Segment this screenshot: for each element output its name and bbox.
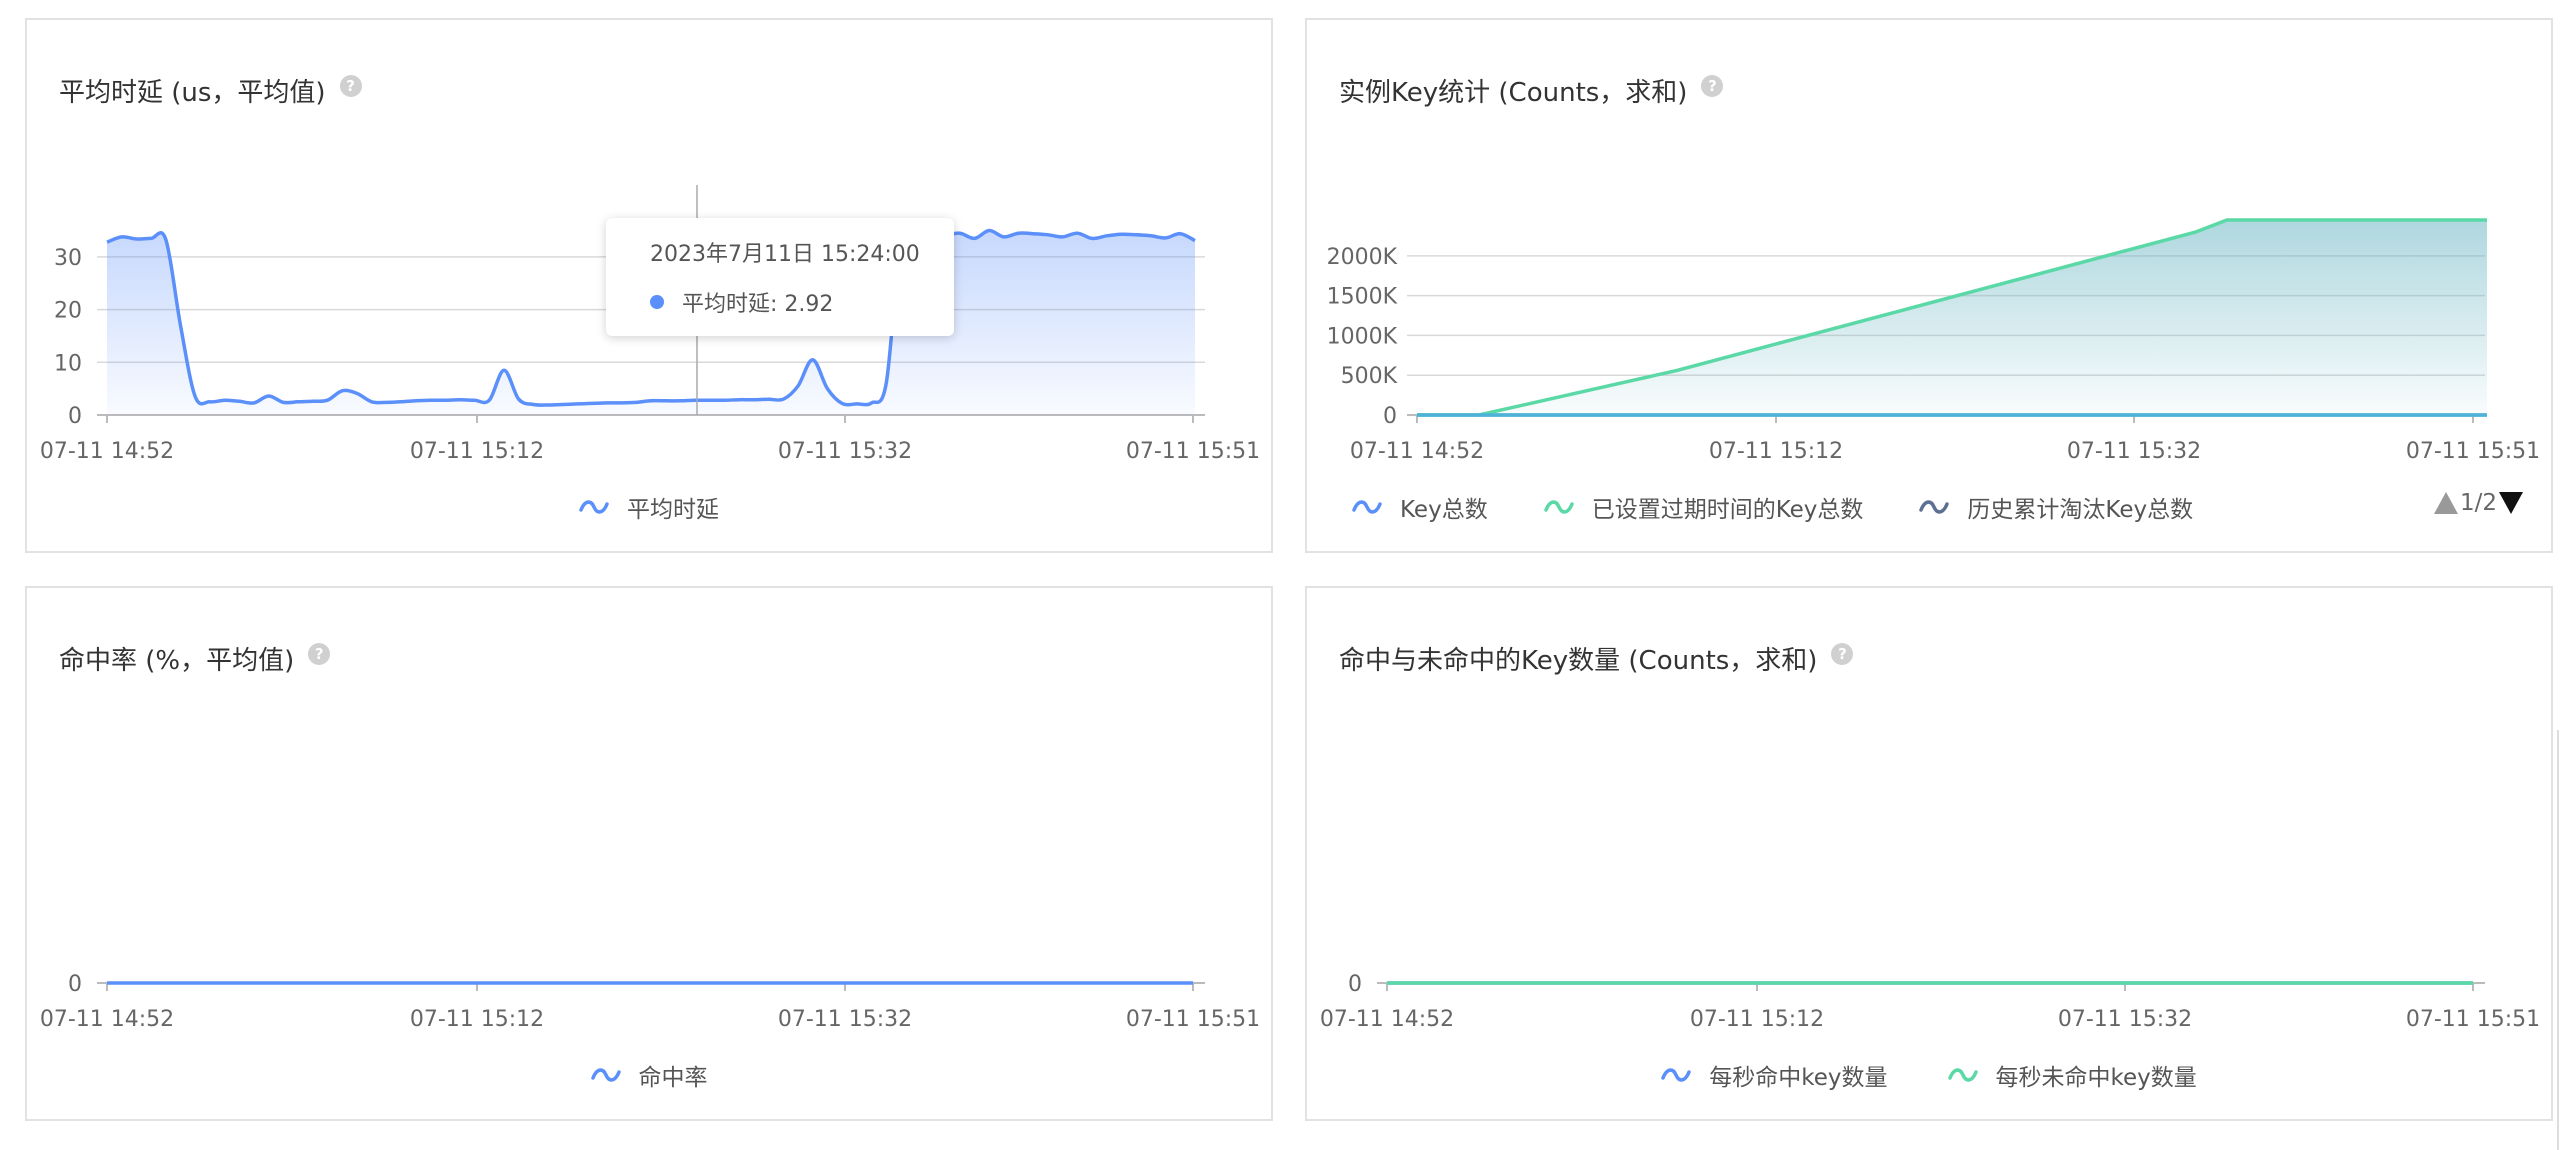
hit-miss-chart[interactable]: 0 07-11 14:52 07-11 15:12 07-11 15:32 07-11 … [1307,588,2555,1123]
tooltip-time: 2023年7月11日 15:24:00 [650,242,920,267]
tooltip-value: 平均时延: 2.92 [682,292,834,317]
legend-item[interactable]: 每秒未命中key数量 [1947,1058,2197,1092]
wave-icon [1352,500,1382,514]
x-tick-label: 07-11 14:52 [40,1007,174,1032]
series-area [1417,220,2487,415]
legend: 平均时延 [27,490,1271,524]
y-tick-label: 2000K [1327,245,1398,270]
x-tick-label: 07-11 14:52 [1320,1007,1454,1032]
legend-item[interactable]: 平均时延 [579,490,719,524]
y-tick-label: 30 [54,246,82,271]
legend-item[interactable]: 已设置过期时间的Key总数 [1543,490,1864,524]
legend-label: 平均时延 [627,497,719,523]
x-tick-label: 07-11 14:52 [1350,439,1484,464]
legend-item[interactable]: Key总数 [1352,490,1488,524]
legend-pager: 1/2 [2433,490,2523,516]
wave-icon [1543,500,1574,514]
y-tick-label: 0 [1383,404,1397,429]
x-tick-label: 07-11 15:51 [1126,1007,1260,1032]
pager-text: 1/2 [2459,490,2497,516]
legend-label: 已设置过期时间的Key总数 [1591,497,1864,523]
key-stats-chart[interactable]: 0 500K 1000K 1500K 2000K 07-11 14:52 07-11 15:… [1307,20,2555,555]
x-tick-label: 07-11 15:12 [410,439,544,464]
x-tick-label: 07-11 15:51 [2406,439,2540,464]
x-tick-label: 07-11 15:51 [2406,1007,2540,1032]
legend-label: 每秒命中key数量 [1709,1065,1888,1091]
legend-item[interactable]: 历史累计淘汰Key总数 [1919,490,2193,524]
y-tick-label: 0 [68,404,82,429]
x-tick-label: 07-11 15:32 [2067,439,2201,464]
hit-rate-panel: 命中率 (%，平均值)? 0 07-11 14:52 07-11 15:12 07-1… [25,586,1273,1121]
wave-icon [590,1068,621,1082]
chart-tooltip: 2023年7月11日 15:24:00 平均时延: 2.92 [606,218,954,336]
y-tick-label: 0 [68,972,82,997]
x-tick-label: 07-11 15:12 [1709,439,1843,464]
y-tick-label: 1500K [1327,285,1398,310]
y-tick-label: 0 [1348,972,1362,997]
key-stats-panel: 实例Key统计 (Counts，求和)? 0 500K 1000K 1500K 2000… [1305,18,2553,553]
legend-item[interactable]: 命中率 [590,1058,708,1092]
page-down-icon[interactable] [2499,492,2523,514]
legend-label: 历史累计淘汰Key总数 [1967,497,2194,523]
wave-icon [1661,1068,1691,1082]
x-tick-label: 07-11 15:51 [1126,439,1260,464]
legend: 命中率 [27,1058,1271,1092]
scrollbar-track[interactable] [2557,730,2559,1150]
x-tick-label: 07-11 15:12 [410,1007,544,1032]
page-up-icon[interactable] [2433,492,2458,514]
x-tick-label: 07-11 15:32 [778,1007,912,1032]
series-dot-icon [650,295,664,309]
y-tick-label: 10 [54,351,82,376]
legend-item[interactable]: 每秒命中key数量 [1661,1058,1888,1092]
legend-label: Key总数 [1400,497,1488,523]
y-tick-label: 500K [1341,364,1398,389]
y-tick-label: 20 [54,299,82,324]
x-tick-label: 07-11 15:32 [778,439,912,464]
wave-icon [579,500,609,514]
legend-label: 每秒未命中key数量 [1995,1065,2197,1091]
legend-label: 命中率 [638,1065,708,1091]
hit-rate-chart[interactable]: 0 07-11 14:52 07-11 15:12 07-11 15:32 07-11 … [27,588,1275,1123]
y-tick-label: 1000K [1327,324,1398,349]
x-tick-label: 07-11 14:52 [40,439,174,464]
wave-icon [1947,1068,1978,1082]
wave-icon [1919,500,1950,514]
x-tick-label: 07-11 15:32 [2058,1007,2192,1032]
legend: 每秒命中key数量 每秒未命中key数量 [1307,1058,2551,1092]
legend: Key总数 已设置过期时间的Key总数 历史累计淘汰Key总数 [1307,490,2551,524]
hit-miss-panel: 命中与未命中的Key数量 (Counts，求和)? 0 07-11 14:52 07… [1305,586,2553,1121]
latency-panel: 平均时延 (us，平均值)? 0 10 20 30 07-11 14:52 07-11 1… [25,18,1273,553]
x-tick-label: 07-11 15:12 [1690,1007,1824,1032]
